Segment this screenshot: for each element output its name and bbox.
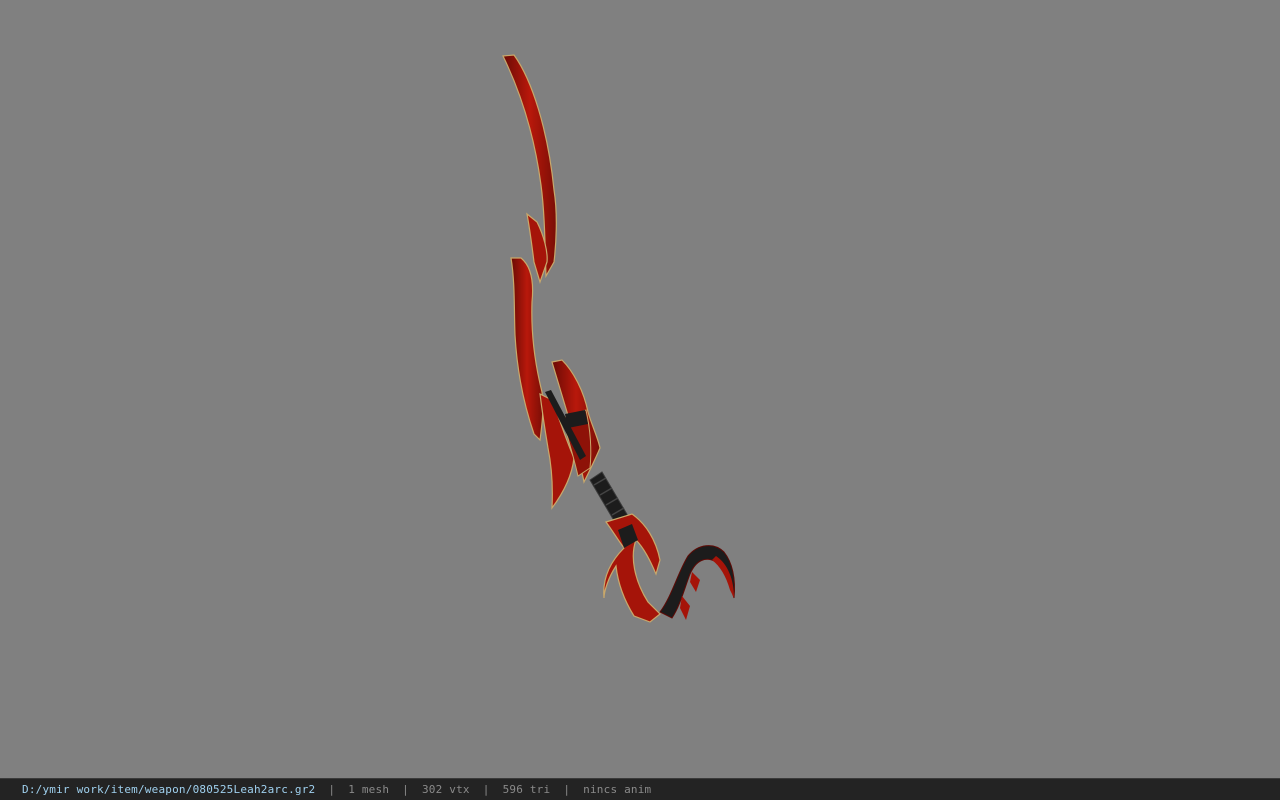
triangle-count: 596 tri [502,783,551,796]
sword-handle [589,471,629,525]
blade-upper-segment [502,54,557,279]
separator: | [482,783,490,796]
animation-status: nincs anim [583,783,652,796]
mesh-count: 1 mesh [348,783,390,796]
status-bar: D:/ymir work/item/weapon/080525Leah2arc.… [0,778,1280,800]
file-path: D:/ymir work/item/weapon/080525Leah2arc.… [22,783,316,796]
3d-viewport[interactable] [0,0,1280,778]
separator: | [402,783,409,796]
separator: | [328,783,336,796]
separator: | [563,783,571,796]
pommel-small-barb [680,596,690,620]
blade-middle-segment [510,257,544,442]
vertex-count: 302 vtx [421,783,470,796]
sword-model [502,54,735,623]
pommel-small-barb [690,572,700,592]
